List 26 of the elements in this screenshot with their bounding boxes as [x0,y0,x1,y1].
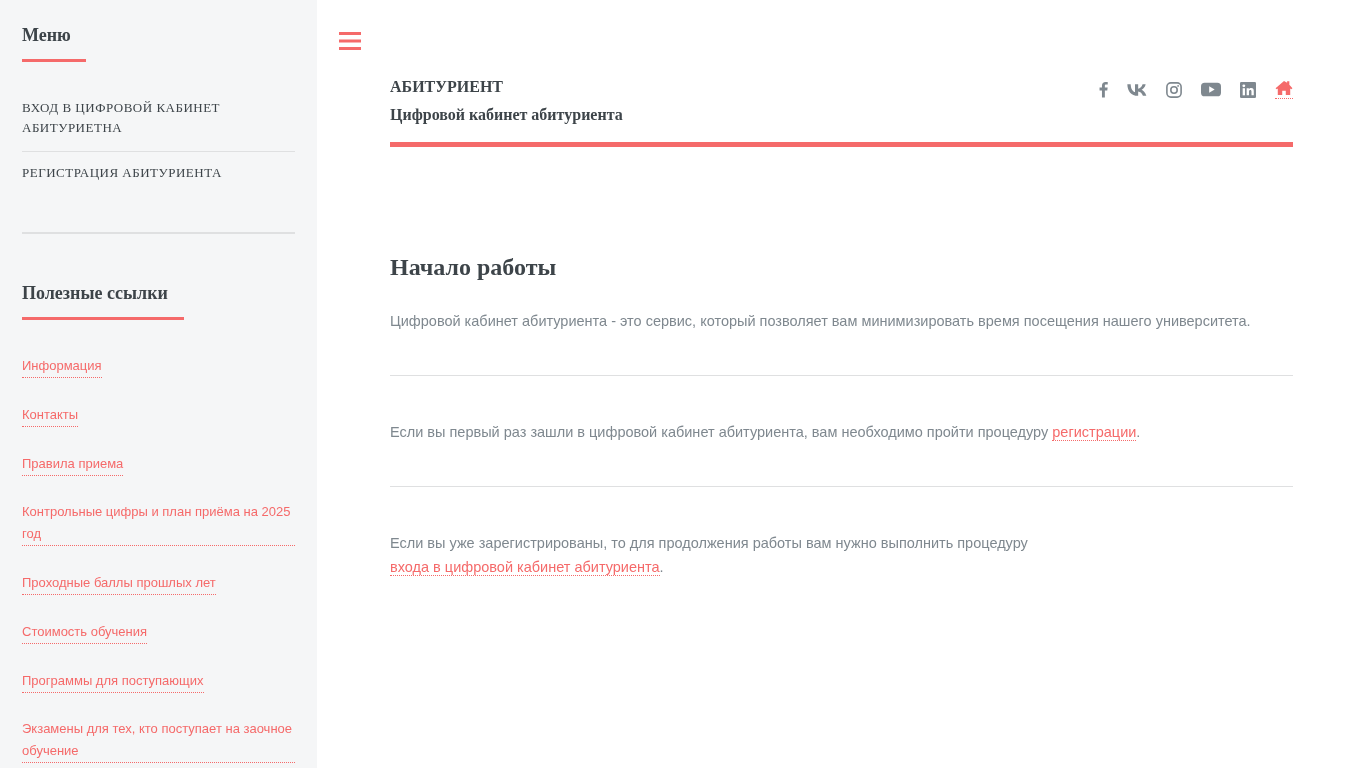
section-heading: Начало работы [390,253,558,282]
menu-link[interactable]: ВХОД В ЦИФРОВОЙ КАБИНЕТ АБИТУРИЕТНА [22,98,295,151]
youtube-icon[interactable] [1201,82,1221,97]
home-icon[interactable] [1275,80,1293,99]
paragraph: Если вы уже зарегистрированы, то для продолжения работы вам нужно выполнить процедуру входа в цифровой кабинет абитуриента. [390,534,1029,578]
linkedin-icon[interactable] [1240,81,1256,98]
text-link[interactable]: входа в цифровой кабинет абитуриента [390,559,660,576]
sidebar-link[interactable]: Контакты [22,404,79,427]
sidebar-link[interactable]: Проходные баллы прошлых лет [22,572,216,595]
sidebar-link[interactable]: Программы для поступающих [22,670,204,693]
facebook-icon[interactable] [1099,81,1108,98]
sidebar-link[interactable]: Экзамены для тех, кто поступает на заочное обучение [22,718,295,763]
sidebar-link[interactable]: Контрольные цифры и план приёма на 2025 год [22,501,295,546]
sidebar-link[interactable]: Стоимость обучения [22,621,148,644]
menu-link[interactable]: РЕГИСТРАЦИЯ АБИТУРИЕНТА [22,151,295,196]
instagram-icon[interactable] [1166,81,1182,98]
paragraph: Если вы первый раз зашли в цифровой кабинет абитуриента, вам необходимо пройти процедуру регистрации. [390,423,1142,443]
site-title: АБИТУРИЕНТ [390,77,504,97]
sidebar-link[interactable]: Информация [22,355,102,378]
links-heading: Полезные ссылки [22,282,169,304]
menu-icon[interactable] [339,31,361,51]
site-subtitle: Цифровой кабинет абитуриента [390,105,623,126]
sidebar-link[interactable]: Правила приема [22,453,124,476]
menu-heading: Меню [22,24,72,46]
paragraph: Цифровой кабинет абитуриента - это сервис, который позволяет вам минимизировать время посещения нашего университета. [390,312,1252,331]
vk-icon[interactable] [1127,83,1147,96]
